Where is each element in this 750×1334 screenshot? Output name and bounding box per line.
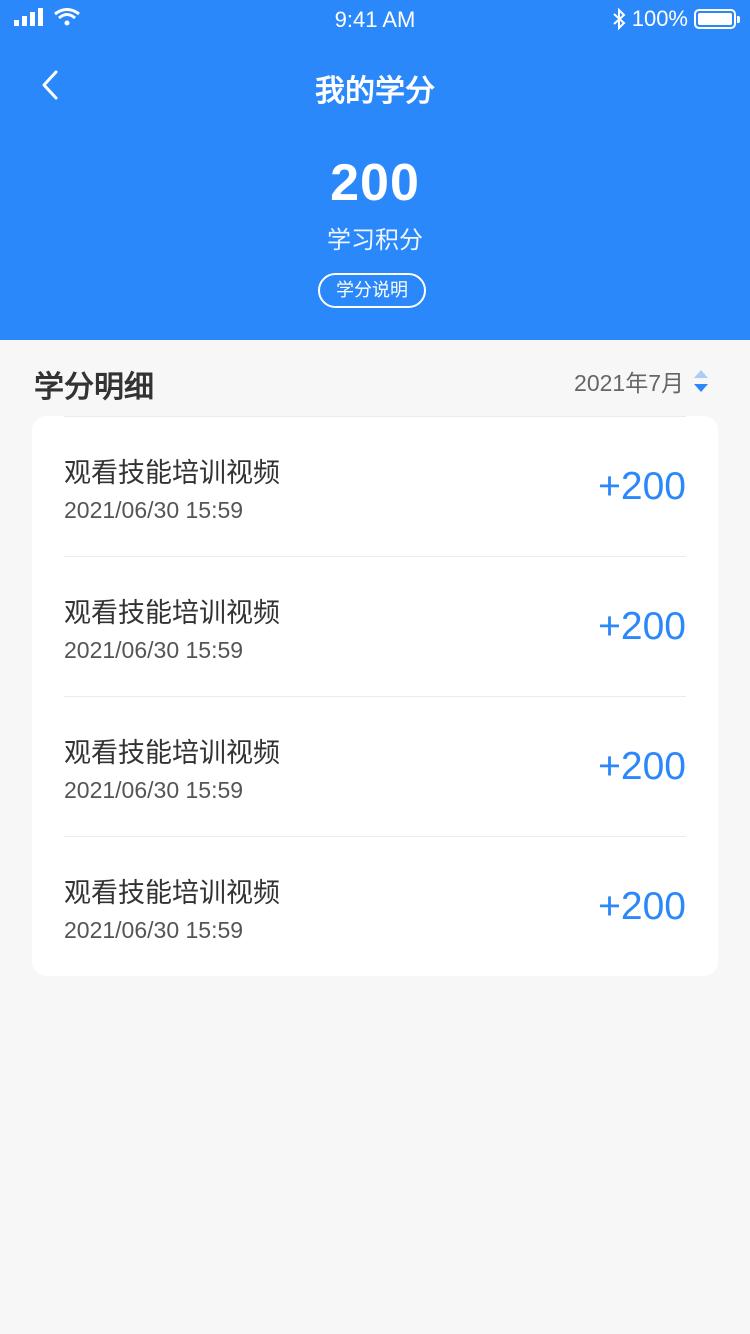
status-bar: 9:41 AM 100% [0, 0, 750, 40]
item-points: +200 [598, 885, 686, 928]
sort-arrows-icon [694, 370, 708, 392]
item-time: 2021/06/30 15:59 [64, 497, 244, 523]
detail-card: 观看技能培训视频 2021/06/30 15:59 +200 观看技能培训视频 … [32, 416, 718, 976]
item-points: +200 [598, 745, 686, 788]
nav-bar: 我的学分 [0, 60, 750, 110]
month-picker[interactable]: 2021年7月 [574, 364, 710, 398]
status-right: 100% [612, 6, 740, 32]
item-title: 观看技能培训视频 [64, 598, 280, 628]
bluetooth-icon [613, 7, 626, 31]
item-points: +200 [598, 605, 686, 648]
page-title: 我的学分 [315, 75, 435, 108]
list-item[interactable]: 观看技能培训视频 2021/06/30 15:59 +200 [64, 556, 686, 696]
list-item[interactable]: 观看技能培训视频 2021/06/30 15:59 +200 [64, 836, 686, 976]
section-title: 学分明细 [34, 371, 154, 404]
battery-icon [694, 9, 740, 29]
page: 9:41 AM 100% 我的学分 200 学习积分 学分说明 学分明细 202… [0, 0, 750, 1334]
item-title: 观看技能培训视频 [64, 738, 280, 768]
month-label: 2021年7月 [574, 370, 684, 396]
battery-percent: 100% [631, 6, 688, 31]
list-item[interactable]: 观看技能培训视频 2021/06/30 15:59 +200 [64, 696, 686, 836]
list-item[interactable]: 观看技能培训视频 2021/06/30 15:59 +200 [64, 416, 686, 556]
item-time: 2021/06/30 15:59 [64, 917, 244, 943]
item-points: +200 [598, 465, 686, 508]
item-time: 2021/06/30 15:59 [64, 777, 244, 803]
header: 9:41 AM 100% 我的学分 200 学习积分 学分说明 [0, 0, 750, 340]
item-title: 观看技能培训视频 [64, 458, 280, 488]
score-value: 200 [330, 154, 420, 212]
explain-button[interactable]: 学分说明 [318, 273, 426, 308]
item-title: 观看技能培训视频 [64, 878, 280, 908]
score-label: 学习积分 [327, 227, 423, 254]
item-time: 2021/06/30 15:59 [64, 637, 244, 663]
